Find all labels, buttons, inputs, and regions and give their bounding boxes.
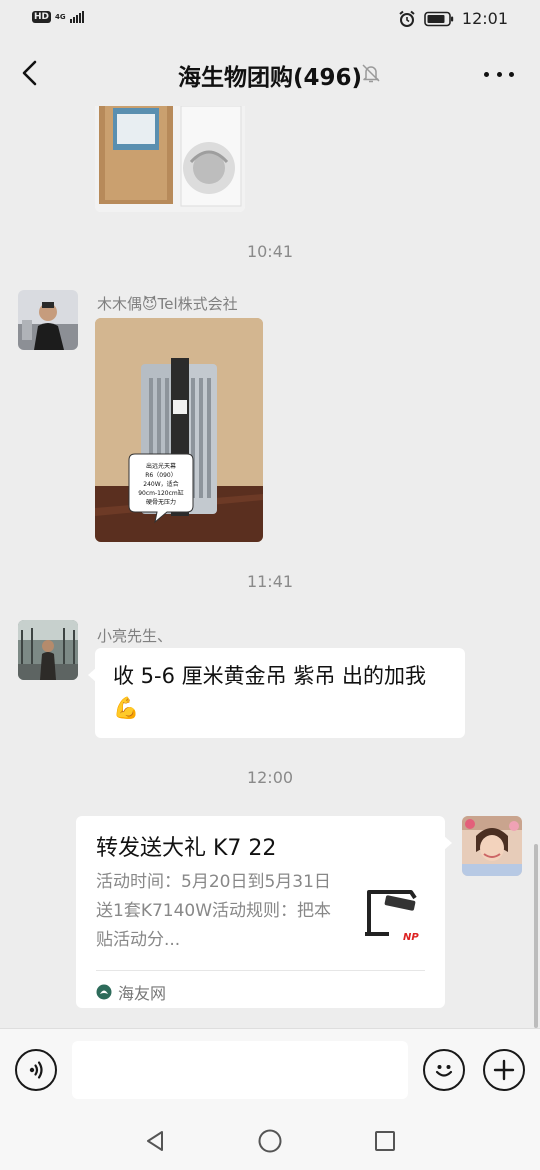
bell-off-icon (362, 64, 380, 83)
link-card-source-name: 海友网 (118, 984, 167, 1003)
add-button[interactable] (483, 1049, 525, 1091)
link-card-divider (96, 970, 425, 971)
link-card-thumbnail: NP (355, 878, 423, 946)
message-list[interactable]: 10:41 木木偶😈Tel株式会社 出远光天幕 R6（090） 240W，适合 … (0, 106, 540, 1028)
voice-button[interactable] (15, 1049, 57, 1091)
link-card-title: 转发送大礼 K7 22 (96, 836, 277, 861)
voice-icon (29, 1061, 43, 1079)
emoji-icon (435, 1065, 453, 1077)
avatar-image (18, 620, 78, 680)
nav-recent-button[interactable] (370, 1126, 400, 1156)
caption-line: 240W，适合 (143, 480, 178, 488)
hd-badge: HD (32, 11, 52, 23)
triangle-back-icon (147, 1131, 163, 1151)
sender-name: 木木偶😈Tel株式会社 (97, 295, 238, 313)
status-time: 12:01 (461, 9, 508, 28)
signal-icon (69, 11, 84, 23)
chat-header: 海生物团购(496) (0, 40, 540, 106)
caption-line: R6（090） (145, 472, 176, 479)
thumb-brand-text: NP (403, 932, 419, 943)
caption-line: 90cm-120cm缸 (138, 489, 184, 497)
circle-home-icon (258, 1129, 282, 1153)
link-card-description: 活动时间：5月20日到5月31日送1套K7140W活动规则：把本贴活动分... (96, 872, 332, 950)
product-box-image (95, 106, 245, 212)
timestamp: 12:00 (246, 768, 294, 787)
status-left: HD 4G (32, 11, 84, 23)
more-horizontal-icon (484, 71, 489, 77)
message-text: 收 5-6 厘米黄金吊 紫吊 出的加我💪 (113, 664, 426, 720)
chat-title: 海生物团购(496) (177, 65, 363, 91)
avatar-image (18, 290, 78, 350)
scrollbar[interactable] (534, 844, 538, 1028)
source-logo-icon (96, 984, 112, 1000)
square-recent-icon (375, 1131, 395, 1151)
status-bar: HD 4G 12:01 (0, 0, 540, 40)
image-message[interactable]: 出远光天幕 R6（090） 240W，适合 90cm-120cm缸 硬骨无压力 (95, 318, 263, 542)
status-right: 12:01 (398, 9, 508, 28)
nav-back-button[interactable] (140, 1126, 170, 1156)
emoji-button[interactable] (423, 1049, 465, 1091)
avatar[interactable] (18, 290, 78, 350)
caption-line: 出远光天幕 (146, 462, 176, 470)
text-message-bubble[interactable]: 收 5-6 厘米黄金吊 紫吊 出的加我💪 (88, 648, 465, 738)
avatar-image (462, 816, 522, 876)
previous-image-message[interactable] (95, 106, 245, 212)
sender-name: 小亮先生、 (97, 627, 173, 645)
timestamp: 11:41 (246, 572, 294, 591)
network-type: 4G (55, 12, 66, 21)
lamp-product-image: NP (355, 878, 423, 946)
nav-home-button[interactable] (255, 1126, 285, 1156)
message-input[interactable] (72, 1041, 408, 1099)
my-avatar[interactable] (462, 816, 522, 876)
aquarium-light-photo: 出远光天幕 R6（090） 240W，适合 90cm-120cm缸 硬骨无压力 (95, 318, 263, 542)
input-bar (0, 1028, 540, 1110)
system-nav-bar (0, 1110, 540, 1170)
link-card-source: 海友网 (96, 980, 166, 1004)
plus-icon (493, 1059, 515, 1081)
timestamp: 10:41 (246, 242, 294, 261)
battery-icon (424, 11, 454, 26)
avatar[interactable] (18, 620, 78, 680)
caption-line: 硬骨无压力 (146, 498, 176, 506)
alarm-icon (399, 10, 415, 27)
link-card-message[interactable]: 转发送大礼 K7 22 活动时间：5月20日到5月31日送1套K7140W活动规… (76, 816, 452, 1008)
more-button[interactable] (484, 62, 514, 86)
